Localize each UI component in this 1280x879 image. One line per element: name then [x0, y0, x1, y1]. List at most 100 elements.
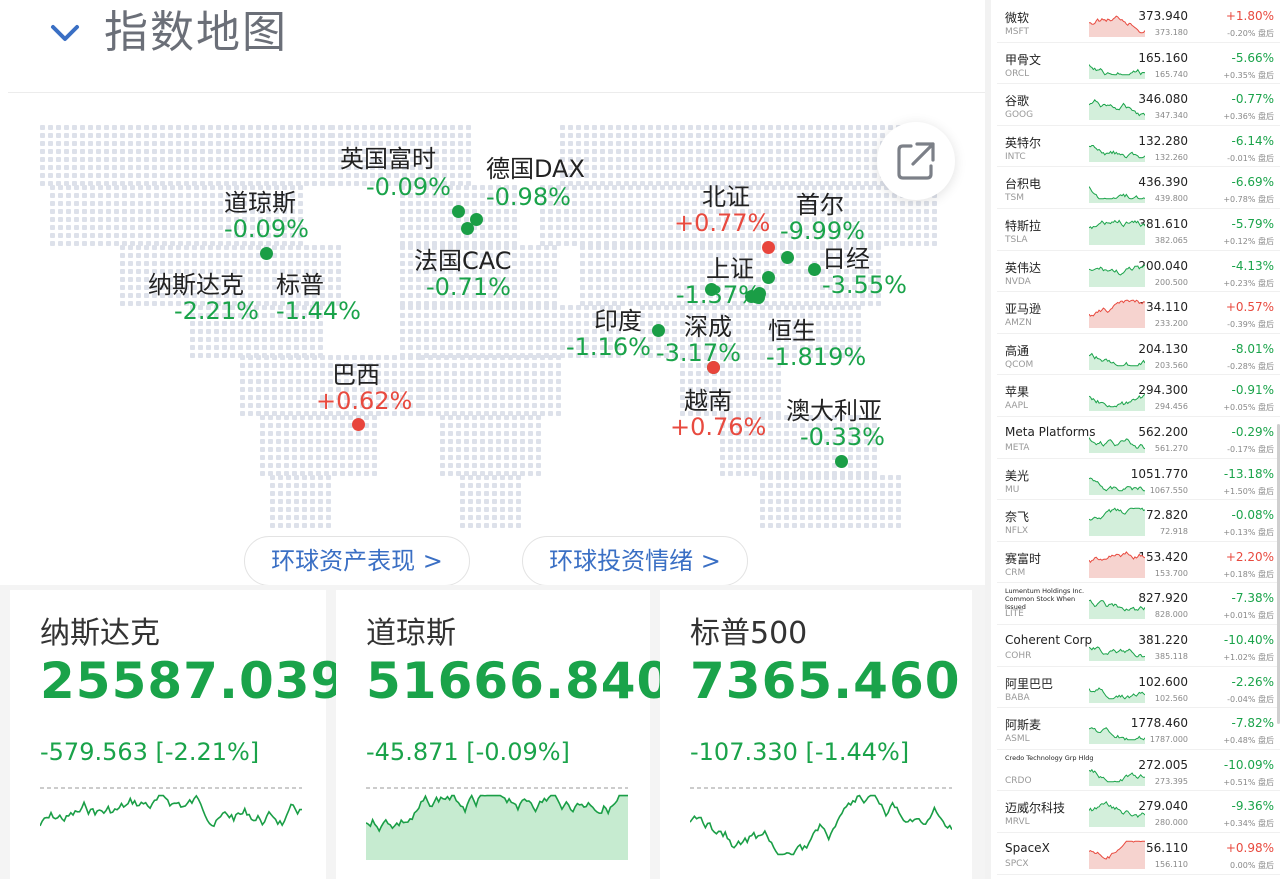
stock-row[interactable]: 美光 MU 1051.770 1067.550 -13.18% +1.50% 盘后	[997, 458, 1280, 501]
map-dot	[832, 523, 837, 528]
stock-row[interactable]: Coherent Corp COHR 381.220 385.118 -10.40% +1…	[997, 624, 1280, 667]
map-dot	[232, 125, 237, 130]
map-dot	[208, 125, 213, 130]
marker-name[interactable]: 首尔	[796, 185, 844, 220]
map-dot	[184, 253, 189, 258]
map-dot	[736, 125, 741, 130]
map-dot	[872, 499, 877, 504]
market-dot[interactable]	[652, 324, 665, 337]
stock-row[interactable]: 英伟达 NVDA 200.040 200.500 -4.13% +0.23% 盘后	[997, 250, 1280, 293]
market-dot[interactable]	[461, 222, 474, 235]
map-dot	[400, 345, 405, 350]
map-dot	[508, 499, 513, 504]
market-dot[interactable]	[762, 271, 775, 284]
map-dot	[162, 209, 167, 214]
stock-row[interactable]: 迈威尔科技 MRVL 279.040 280.000 -9.36% +0.34% 盘后	[997, 790, 1280, 833]
map-dot	[278, 475, 283, 480]
marker-name[interactable]: 越南	[684, 381, 732, 416]
stock-row[interactable]: 阿里巴巴 BABA 102.600 102.560 -2.26% -0.04% 盘后	[997, 666, 1280, 709]
index-card-dow[interactable]: 道琼斯 51666.840 -45.871 [-0.09%]	[336, 590, 671, 875]
marker-name[interactable]: 北证	[702, 177, 750, 212]
index-card-sp500[interactable]: 标普500 7365.460 -107.330 [-1.44%]	[660, 590, 972, 875]
stock-row[interactable]: 微软 MSFT 373.940 373.180 +1.80% -0.20% 盘后	[997, 0, 1280, 43]
marker-name[interactable]: 澳大利亚	[786, 391, 882, 426]
share-button[interactable]	[877, 122, 955, 200]
marker-name[interactable]: 英国富时	[340, 139, 436, 174]
map-dot	[318, 483, 323, 488]
map-dot	[576, 305, 581, 310]
marker-name[interactable]: 德国DAX	[486, 149, 585, 184]
map-dot	[588, 233, 593, 238]
stock-row[interactable]: 高通 QCOM 204.130 203.560 -8.01% -0.28% 盘后	[997, 333, 1280, 376]
map-dot	[652, 233, 657, 238]
global-sentiment-button[interactable]: 环球投资情绪 >	[522, 536, 748, 586]
marker-name[interactable]: 日经	[822, 239, 870, 274]
market-dot[interactable]	[352, 418, 365, 431]
stock-row[interactable]: 英特尔 INTC 132.280 132.260 -6.14% -0.01% 盘后	[997, 125, 1280, 168]
map-dot	[608, 125, 613, 130]
map-dot	[776, 415, 781, 420]
market-dot[interactable]	[705, 283, 718, 296]
map-dot	[552, 345, 557, 350]
map-dot	[784, 165, 789, 170]
marker-name[interactable]: 纳斯达克	[148, 265, 244, 300]
map-dot	[508, 507, 513, 512]
stock-row[interactable]: 台积电 TSM 436.390 439.800 -6.69% +0.78% 盘后	[997, 166, 1280, 209]
map-dot	[456, 305, 461, 310]
map-dot	[372, 415, 377, 420]
post-market-price: 273.395	[1154, 776, 1188, 786]
map-dot	[508, 475, 513, 480]
marker-name[interactable]: 恒生	[768, 311, 816, 346]
stock-row[interactable]: 亚马逊 AMZN 234.110 233.200 +0.57% -0.39% 盘后	[997, 291, 1280, 334]
market-dot[interactable]	[781, 251, 794, 264]
stock-row[interactable]: 赛富时 CRM 153.420 153.700 +2.20% +0.18% 盘后	[997, 541, 1280, 584]
map-dot	[464, 471, 469, 476]
map-dot	[224, 125, 229, 130]
post-market-price: 828.000	[1154, 610, 1188, 620]
stock-row[interactable]: 甲骨文 ORCL 165.160 165.740 -5.66% +0.35% 盘后	[997, 42, 1280, 85]
stock-row[interactable]: 谷歌 GOOG 346.080 347.340 -0.77% +0.36% 盘后	[997, 83, 1280, 126]
market-dot[interactable]	[452, 205, 465, 218]
index-card-nasdaq[interactable]: 纳斯达克 25587.039 -579.563 [-2.21%]	[10, 590, 345, 875]
marker-name[interactable]: 标普	[276, 265, 324, 300]
map-dot	[776, 379, 781, 384]
stock-row[interactable]: Lumentum Holdings Inc. Common Stock When…	[997, 582, 1280, 625]
stock-row[interactable]: Credo Technology Grp Hldg CRDO 272.005 273.…	[997, 749, 1280, 792]
map-dot	[792, 447, 797, 452]
stock-row[interactable]: 苹果 AAPL 294.300 294.456 -0.91% +0.05% 盘后	[997, 374, 1280, 417]
marker-name[interactable]: 道琼斯	[224, 183, 296, 218]
market-dot[interactable]	[808, 263, 821, 276]
map-dot	[776, 181, 781, 186]
marker-name[interactable]: 巴西	[332, 355, 380, 390]
map-dot	[788, 201, 793, 206]
map-dot	[516, 355, 521, 360]
marker-name[interactable]: 上证	[706, 249, 754, 284]
map-dot	[500, 483, 505, 488]
market-dot[interactable]	[762, 241, 775, 254]
map-dot	[612, 185, 617, 190]
market-dot[interactable]	[753, 287, 766, 300]
market-dot[interactable]	[260, 247, 273, 260]
stock-ticker: ORCL	[1005, 68, 1030, 79]
map-dot	[780, 285, 785, 290]
chevron-down-icon[interactable]	[48, 18, 82, 48]
marker-name[interactable]: 深成	[684, 307, 732, 342]
map-dot	[508, 483, 513, 488]
map-dot	[488, 345, 493, 350]
stock-row[interactable]: 特斯拉 TSLA 381.610 382.065 -5.79% +0.12% 盘后	[997, 208, 1280, 251]
map-dot	[468, 371, 473, 376]
stock-row[interactable]: 奈飞 NFLX 72.820 72.918 -0.08% +0.13% 盘后	[997, 499, 1280, 542]
map-dot	[588, 245, 593, 250]
global-assets-button[interactable]: 环球资产表现 >	[244, 536, 470, 586]
map-dot	[624, 149, 629, 154]
stock-row[interactable]: 阿斯麦 ASML 1778.460 1787.000 -7.82% +0.48% 盘后	[997, 707, 1280, 750]
stock-row[interactable]: SpaceX SPCX 156.110 156.110 +0.98% 0.00% 盘后	[997, 832, 1280, 875]
marker-name[interactable]: 印度	[594, 301, 642, 336]
marker-name[interactable]: 法国CAC	[414, 241, 512, 276]
stock-row[interactable]: Meta Platforms META 562.200 561.270 -0.29% -0…	[997, 416, 1280, 459]
market-dot[interactable]	[835, 455, 848, 468]
map-dot	[476, 395, 481, 400]
map-dot	[304, 355, 309, 360]
post-market-change: -0.04% 盘后	[1227, 694, 1274, 704]
market-dot[interactable]	[707, 361, 720, 374]
